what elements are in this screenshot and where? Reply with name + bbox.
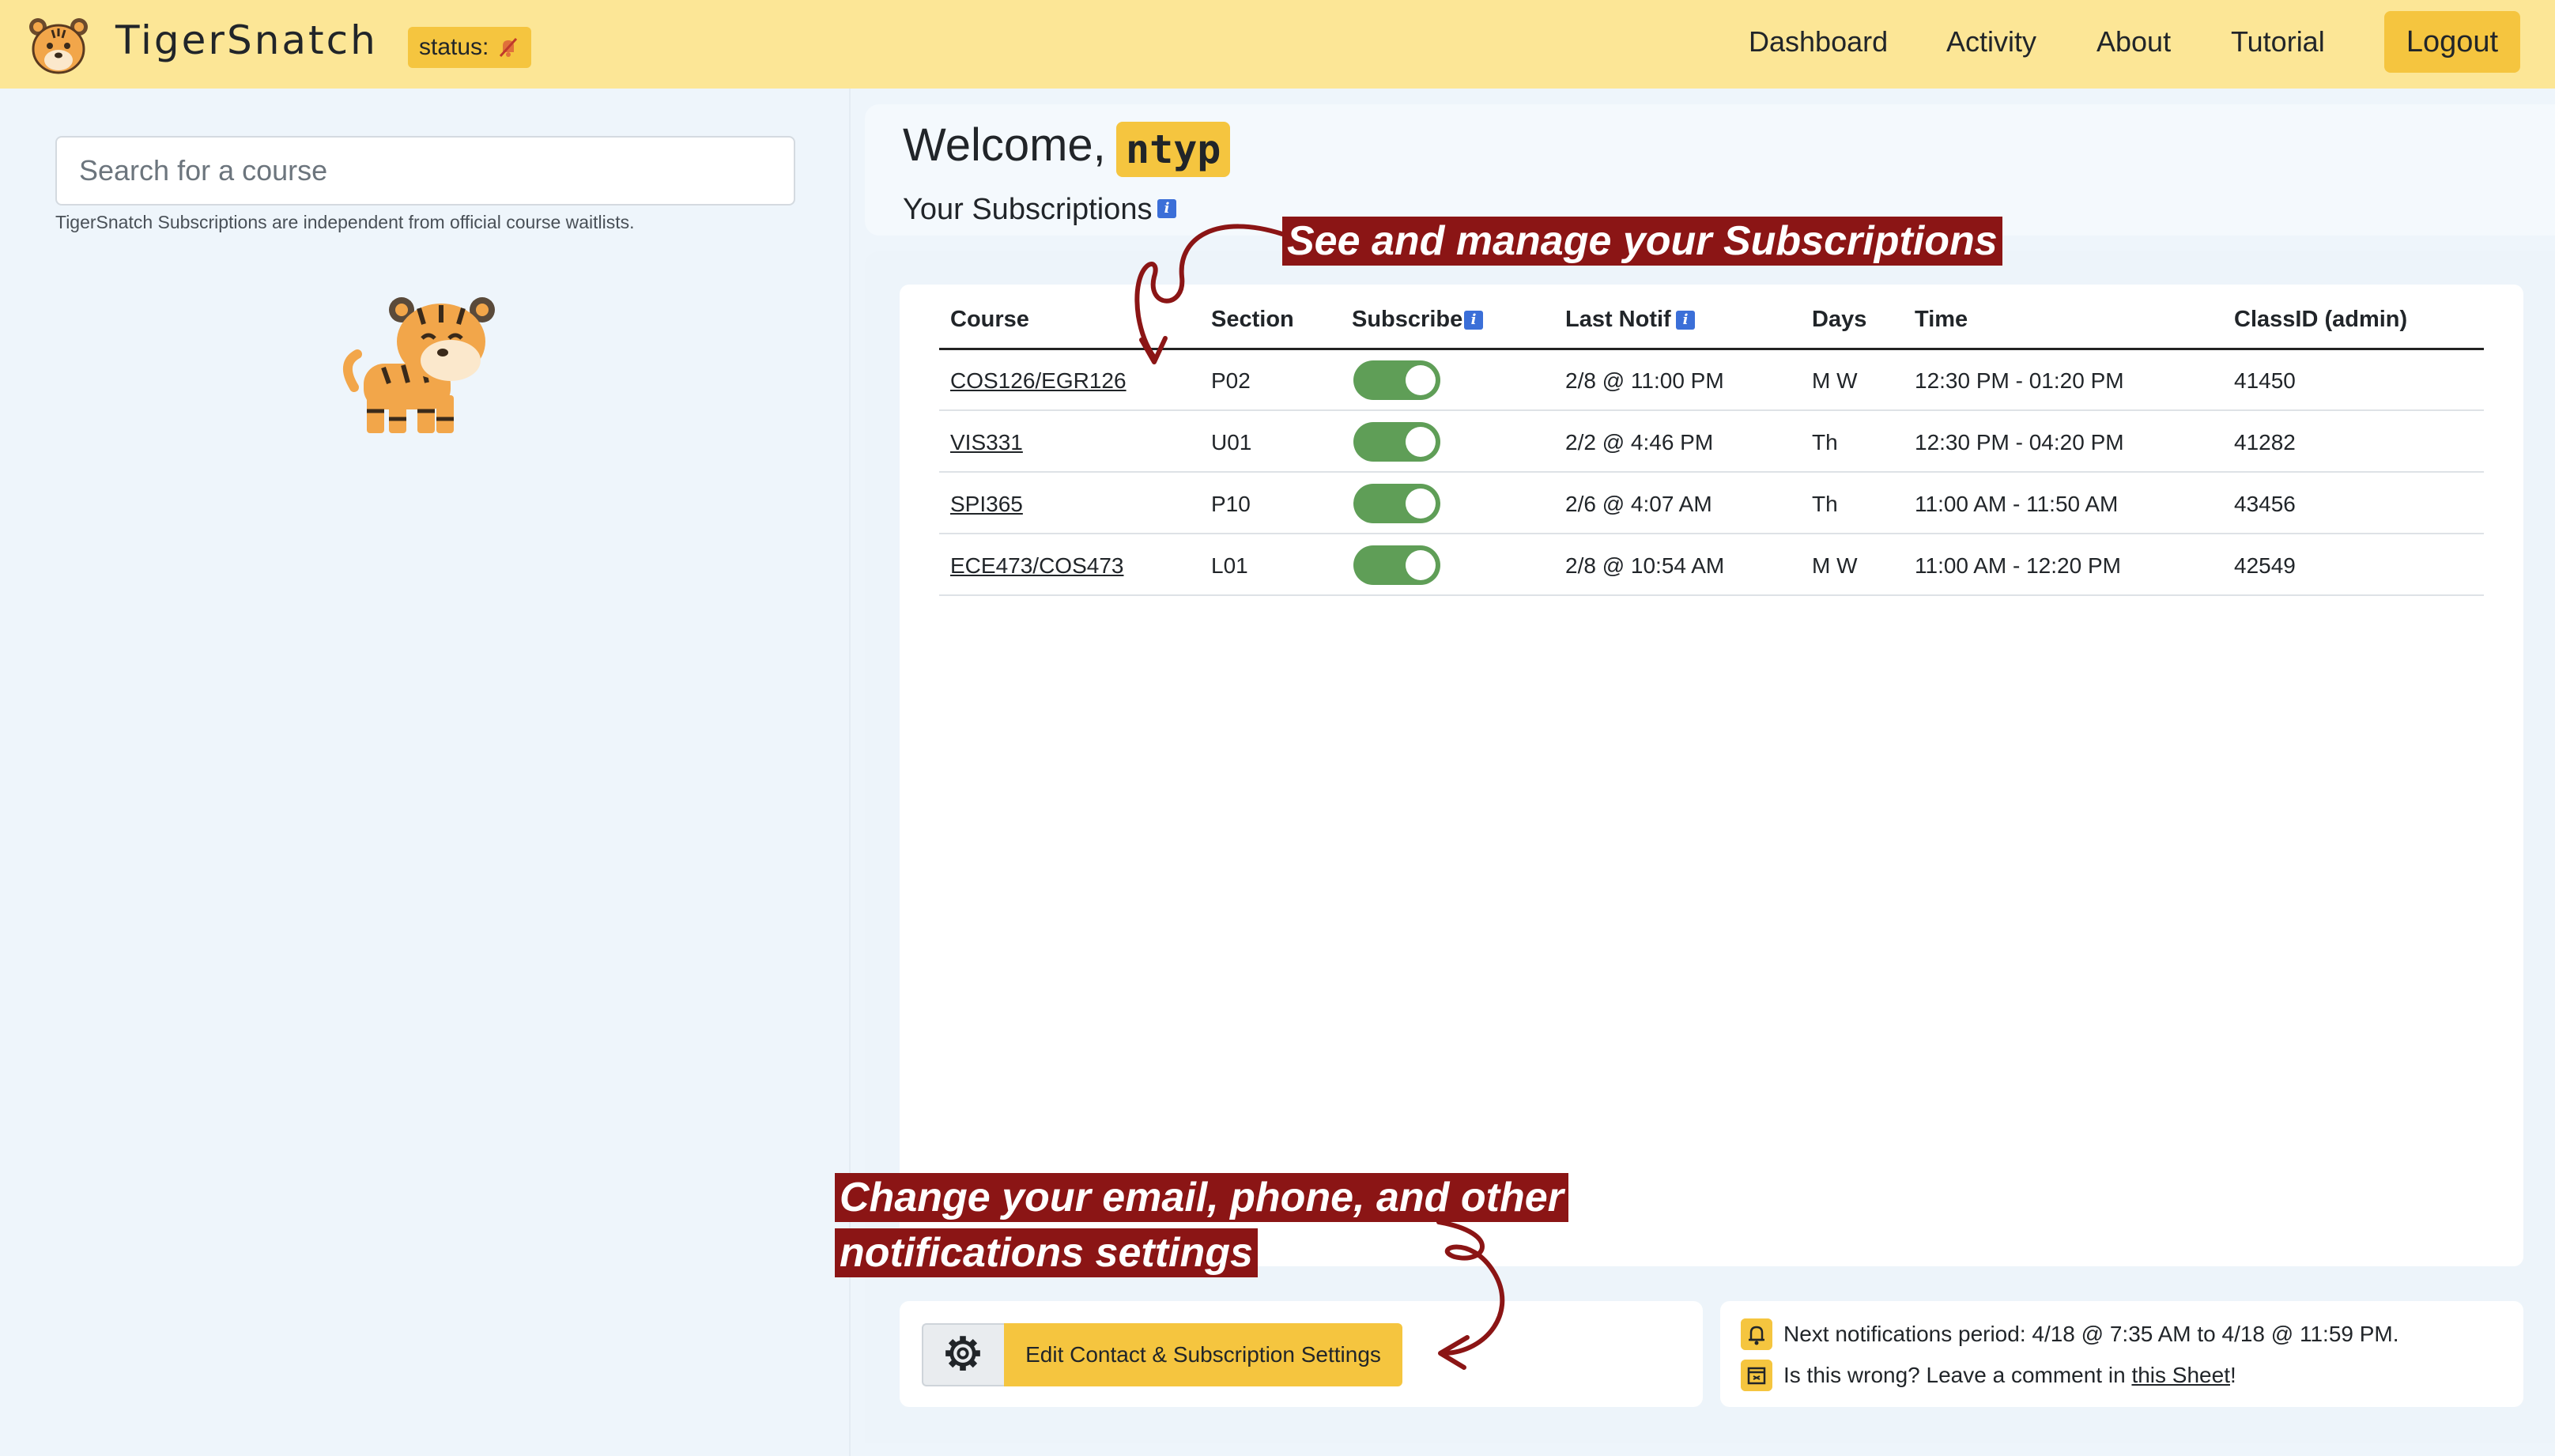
section-cell: L01 <box>1211 553 1248 578</box>
subscribe-toggle[interactable] <box>1353 484 1440 523</box>
course-link[interactable]: ECE473/COS473 <box>950 553 1123 579</box>
row-divider <box>939 409 2484 411</box>
welcome-greeting: Welcome, <box>903 119 1106 171</box>
column-header-subscribe[interactable]: Subscribe <box>1352 307 1462 333</box>
search-note: TigerSnatch Subscriptions are independen… <box>55 212 635 232</box>
nav-about[interactable]: About <box>2096 25 2171 58</box>
edit-settings-button[interactable]: Edit Contact & Subscription Settings <box>1004 1323 1402 1386</box>
column-header-last-notif[interactable]: Last Notif <box>1565 307 1671 333</box>
column-header-section[interactable]: Section <box>1211 307 1294 333</box>
row-divider <box>939 594 2484 596</box>
days-cell: Th <box>1812 430 1838 455</box>
nav-tutorial[interactable]: Tutorial <box>2231 25 2325 58</box>
nav-activity[interactable]: Activity <box>1946 25 2036 58</box>
brand-name[interactable]: TigerSnatch <box>115 17 378 63</box>
calendar-icon <box>1741 1360 1772 1391</box>
navbar: TigerSnatch status: Dashboard Activity A… <box>0 0 2555 89</box>
time-cell: 11:00 AM - 12:20 PM <box>1915 553 2121 578</box>
nav-dashboard[interactable]: Dashboard <box>1749 25 1888 58</box>
notification-period-card <box>1720 1301 2523 1407</box>
status-badge: status: <box>408 27 532 68</box>
settings-callout-line2: notifications settings <box>835 1228 1258 1277</box>
wrong-period-text: Is this wrong? Leave a comment in this S… <box>1783 1363 2236 1388</box>
last-notif-cell: 2/6 @ 4:07 AM <box>1565 492 1712 516</box>
tiger-mascot <box>343 297 495 433</box>
time-cell: 11:00 AM - 11:50 AM <box>1915 492 2119 516</box>
logout-button[interactable]: Logout <box>2384 11 2520 73</box>
search-input[interactable] <box>55 136 795 206</box>
days-cell: M W <box>1812 368 1858 393</box>
classid-cell: 41282 <box>2234 430 2296 455</box>
row-divider <box>939 471 2484 473</box>
last-notif-cell: 2/8 @ 10:54 AM <box>1565 553 1725 578</box>
time-cell: 12:30 PM - 04:20 PM <box>1915 430 2124 455</box>
info-icon[interactable]: i <box>1157 199 1176 218</box>
info-icon[interactable]: i <box>1464 311 1483 330</box>
wrong-prefix: Is this wrong? Leave a comment in <box>1783 1363 2132 1387</box>
netid-badge: ntyp <box>1116 122 1231 177</box>
classid-cell: 42549 <box>2234 553 2296 578</box>
column-header-time[interactable]: Time <box>1915 307 1968 333</box>
tiger-face-icon[interactable] <box>27 14 90 77</box>
section-cell: P10 <box>1211 492 1251 516</box>
subscriptions-callout: See and manage your Subscriptions <box>1282 217 2002 266</box>
classid-cell: 43456 <box>2234 492 2296 516</box>
course-link[interactable]: COS126/EGR126 <box>950 368 1127 394</box>
last-notif-cell: 2/2 @ 4:46 PM <box>1565 430 1714 455</box>
column-header-course[interactable]: Course <box>950 307 1029 333</box>
table-header-rule <box>939 348 2484 350</box>
settings-callout-line1: Change your email, phone, and other <box>835 1173 1568 1222</box>
column-header-classid[interactable]: ClassID (admin) <box>2234 307 2407 333</box>
muted-bell-icon <box>500 37 518 58</box>
classid-cell: 41450 <box>2234 368 2296 393</box>
last-notif-cell: 2/8 @ 11:00 PM <box>1565 368 1724 393</box>
wrong-suffix: ! <box>2229 1363 2236 1387</box>
subscribe-toggle[interactable] <box>1353 545 1440 585</box>
time-cell: 12:30 PM - 01:20 PM <box>1915 368 2124 393</box>
days-cell: Th <box>1812 492 1838 516</box>
sheet-link[interactable]: this Sheet <box>2131 1363 2230 1387</box>
row-divider <box>939 533 2484 534</box>
subscribe-toggle[interactable] <box>1353 360 1440 400</box>
status-label: status: <box>419 34 489 60</box>
column-header-days[interactable]: Days <box>1812 307 1866 333</box>
course-link[interactable]: VIS331 <box>950 430 1023 455</box>
days-cell: M W <box>1812 553 1858 578</box>
gear-icon <box>945 1336 980 1371</box>
subscribe-toggle[interactable] <box>1353 422 1440 462</box>
subscriptions-heading: Your Subscriptions <box>903 193 1153 226</box>
course-link[interactable]: SPI365 <box>950 492 1023 517</box>
section-cell: P02 <box>1211 368 1251 393</box>
bell-icon <box>1741 1318 1772 1350</box>
info-icon[interactable]: i <box>1676 311 1695 330</box>
section-cell: U01 <box>1211 430 1252 455</box>
notification-period-text: Next notifications period: 4/18 @ 7:35 A… <box>1783 1322 2399 1346</box>
settings-gear-button[interactable] <box>922 1323 1004 1386</box>
